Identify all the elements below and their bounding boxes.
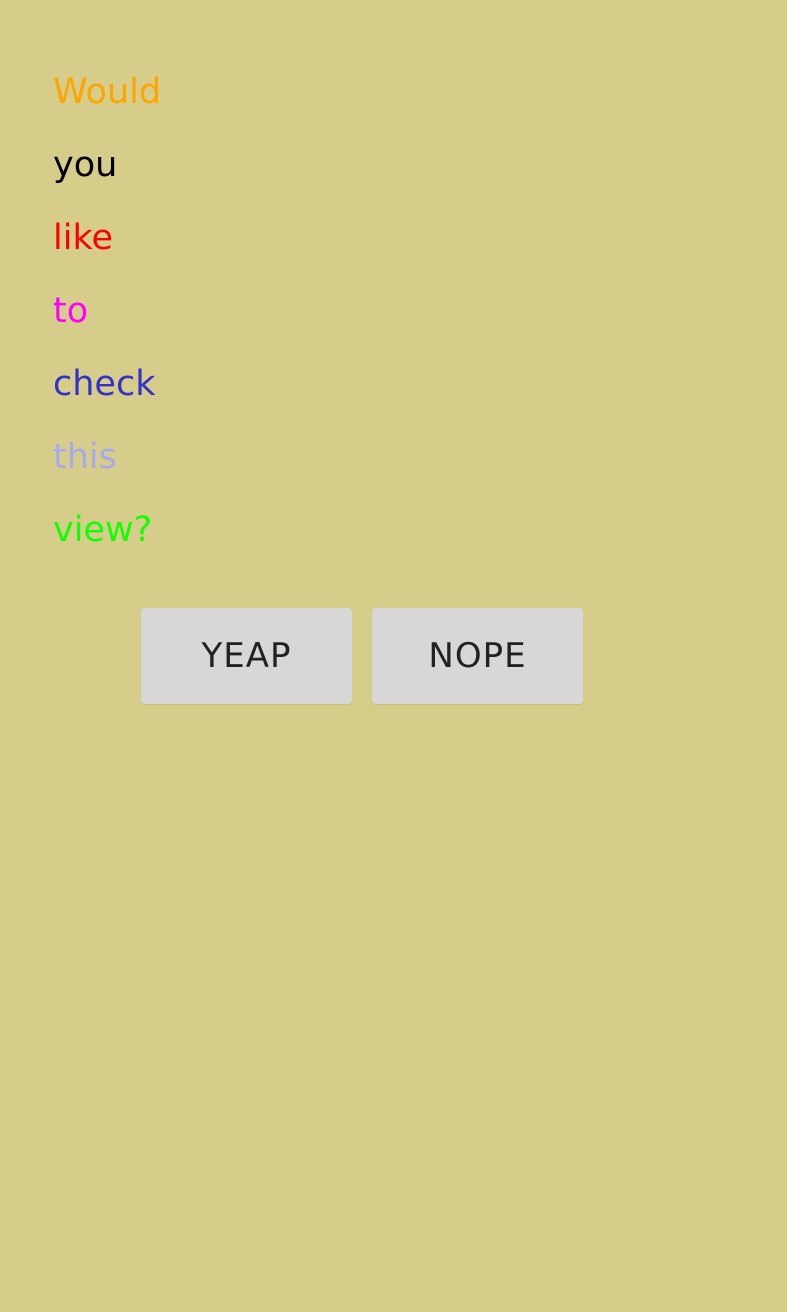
question-text: Would you like to check this view? xyxy=(53,56,161,567)
question-word: this xyxy=(53,437,117,477)
question-word: Would xyxy=(53,72,162,112)
question-word: you xyxy=(53,145,118,185)
yeap-button[interactable]: YEAP xyxy=(141,608,352,704)
question-word: like xyxy=(53,218,114,258)
question-word: to xyxy=(53,291,89,331)
question-word: check xyxy=(53,364,156,404)
answer-buttons: YEAP NOPE xyxy=(141,608,583,704)
screen: Would you like to check this view? YEAP … xyxy=(0,0,787,1312)
question-word: view? xyxy=(53,510,153,550)
nope-button[interactable]: NOPE xyxy=(372,608,583,704)
